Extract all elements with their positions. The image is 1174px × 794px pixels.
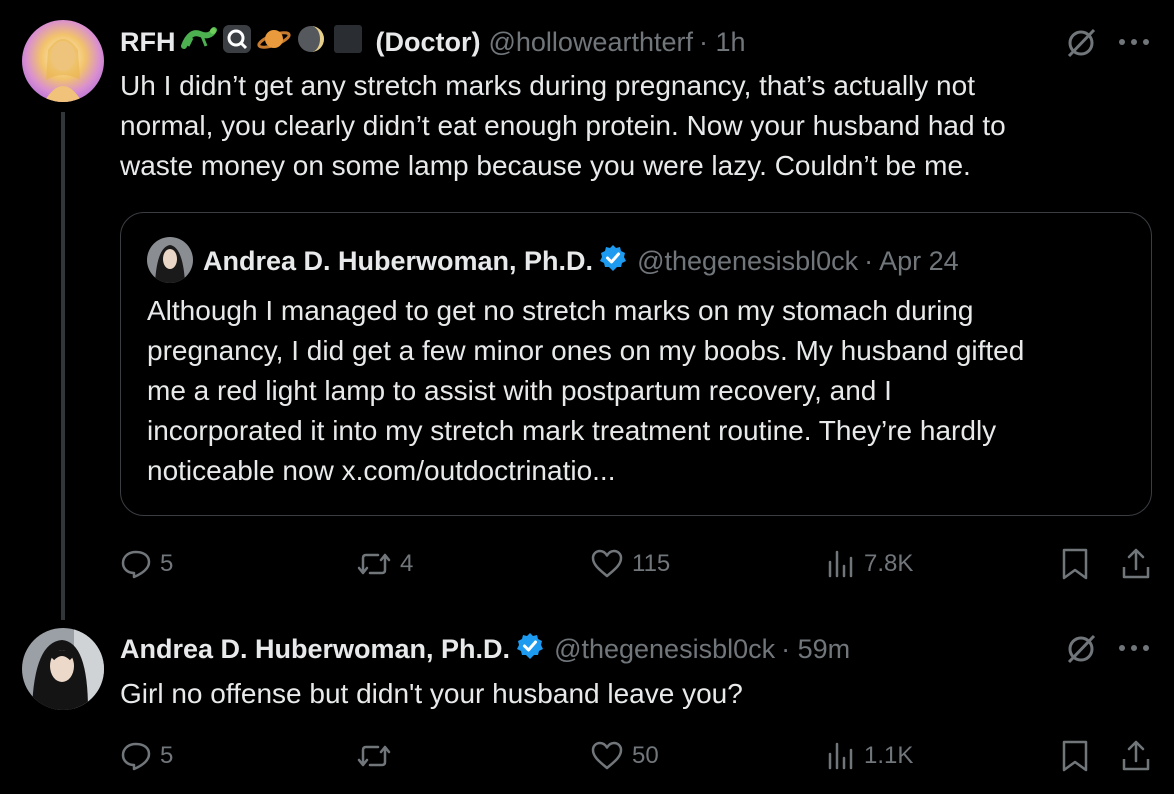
tweet-rfh[interactable]: RFH (Doctor) @hollowearthterf · 1h Uh I … <box>0 0 1174 620</box>
display-name[interactable]: Andrea D. Huberwoman, Ph.D. <box>120 634 510 665</box>
reply-icon <box>121 550 151 579</box>
bookmark-button[interactable] <box>1060 542 1090 586</box>
grok-icon[interactable] <box>1064 26 1098 65</box>
avatar-andrea[interactable] <box>22 628 104 710</box>
ringed-planet-emoji <box>256 24 292 61</box>
views-icon <box>828 550 853 578</box>
avatar-quoted <box>147 237 193 283</box>
like-button[interactable]: 115 <box>590 542 670 586</box>
quoted-tweet-text: Although I managed to get no stretch mar… <box>147 295 1025 486</box>
more-icon[interactable] <box>1116 30 1152 59</box>
reply-icon <box>121 742 151 771</box>
views-button[interactable]: 7.8K <box>826 542 913 586</box>
user-handle[interactable]: @hollowearthterf <box>488 27 693 58</box>
quoted-tweet-header: Andrea D. Huberwoman, Ph.D. @thegenesisb… <box>203 241 959 281</box>
views-icon <box>828 742 853 770</box>
moon-emoji <box>296 24 326 61</box>
verified-badge-icon <box>599 244 627 279</box>
bookmark-icon <box>1062 740 1088 772</box>
quoted-tweet[interactable]: Andrea D. Huberwoman, Ph.D. @thegenesisb… <box>120 212 1152 516</box>
avatar-rfh[interactable] <box>22 20 104 102</box>
view-count: 1.1K <box>864 742 914 769</box>
name-badge-text: (Doctor) <box>375 26 481 57</box>
repost-icon <box>357 553 391 575</box>
tweet-header: RFH (Doctor) @hollowearthterf · 1h <box>120 22 746 62</box>
black-square-emoji <box>330 24 364 61</box>
share-button[interactable] <box>1120 734 1152 778</box>
timestamp[interactable]: · 1h <box>699 27 746 58</box>
reply-count: 5 <box>160 550 174 577</box>
verified-badge-icon <box>516 632 544 667</box>
reply-button[interactable]: 5 <box>120 542 173 586</box>
tweet-text: Uh I didn’t get any stretch marks during… <box>120 70 1006 181</box>
like-icon <box>591 741 623 770</box>
quoted-timestamp: · Apr 24 <box>864 245 959 276</box>
share-icon <box>1122 740 1150 771</box>
action-bar: 5 4 115 7.8K <box>120 542 1160 586</box>
repost-icon <box>357 745 391 767</box>
view-count: 7.8K <box>864 550 914 577</box>
bookmark-icon <box>1062 548 1088 580</box>
repost-button[interactable] <box>356 734 400 778</box>
display-name[interactable]: RFH <box>120 27 176 58</box>
more-icon[interactable] <box>1116 636 1152 665</box>
like-count: 50 <box>632 742 659 769</box>
like-button[interactable]: 50 <box>590 734 659 778</box>
tweet-header: Andrea D. Huberwoman, Ph.D. @thegenesisb… <box>120 629 850 669</box>
share-button[interactable] <box>1120 542 1152 586</box>
reply-button[interactable]: 5 <box>120 734 173 778</box>
timestamp[interactable]: · 59m <box>781 634 850 665</box>
repost-count: 4 <box>400 550 414 577</box>
magnifier-emoji <box>222 24 252 61</box>
lizard-emoji <box>180 24 218 61</box>
views-button[interactable]: 1.1K <box>826 734 913 778</box>
thread-connector <box>61 112 65 620</box>
quoted-user-handle: @thegenesisbl0ck <box>637 245 859 276</box>
bookmark-button[interactable] <box>1060 734 1090 778</box>
like-count: 115 <box>632 550 671 577</box>
tweet-text: Girl no offense but didn't your husband … <box>120 678 743 709</box>
quoted-display-name: Andrea D. Huberwoman, Ph.D. <box>203 245 594 276</box>
tweet-andrea[interactable]: Andrea D. Huberwoman, Ph.D. @thegenesisb… <box>0 610 1174 794</box>
action-bar: 5 50 1.1K <box>120 734 1160 778</box>
user-handle[interactable]: @thegenesisbl0ck <box>554 634 775 665</box>
grok-icon[interactable] <box>1064 632 1098 671</box>
like-icon <box>591 549 623 578</box>
share-icon <box>1122 548 1150 579</box>
repost-button[interactable]: 4 <box>356 542 413 586</box>
reply-count: 5 <box>160 742 174 769</box>
